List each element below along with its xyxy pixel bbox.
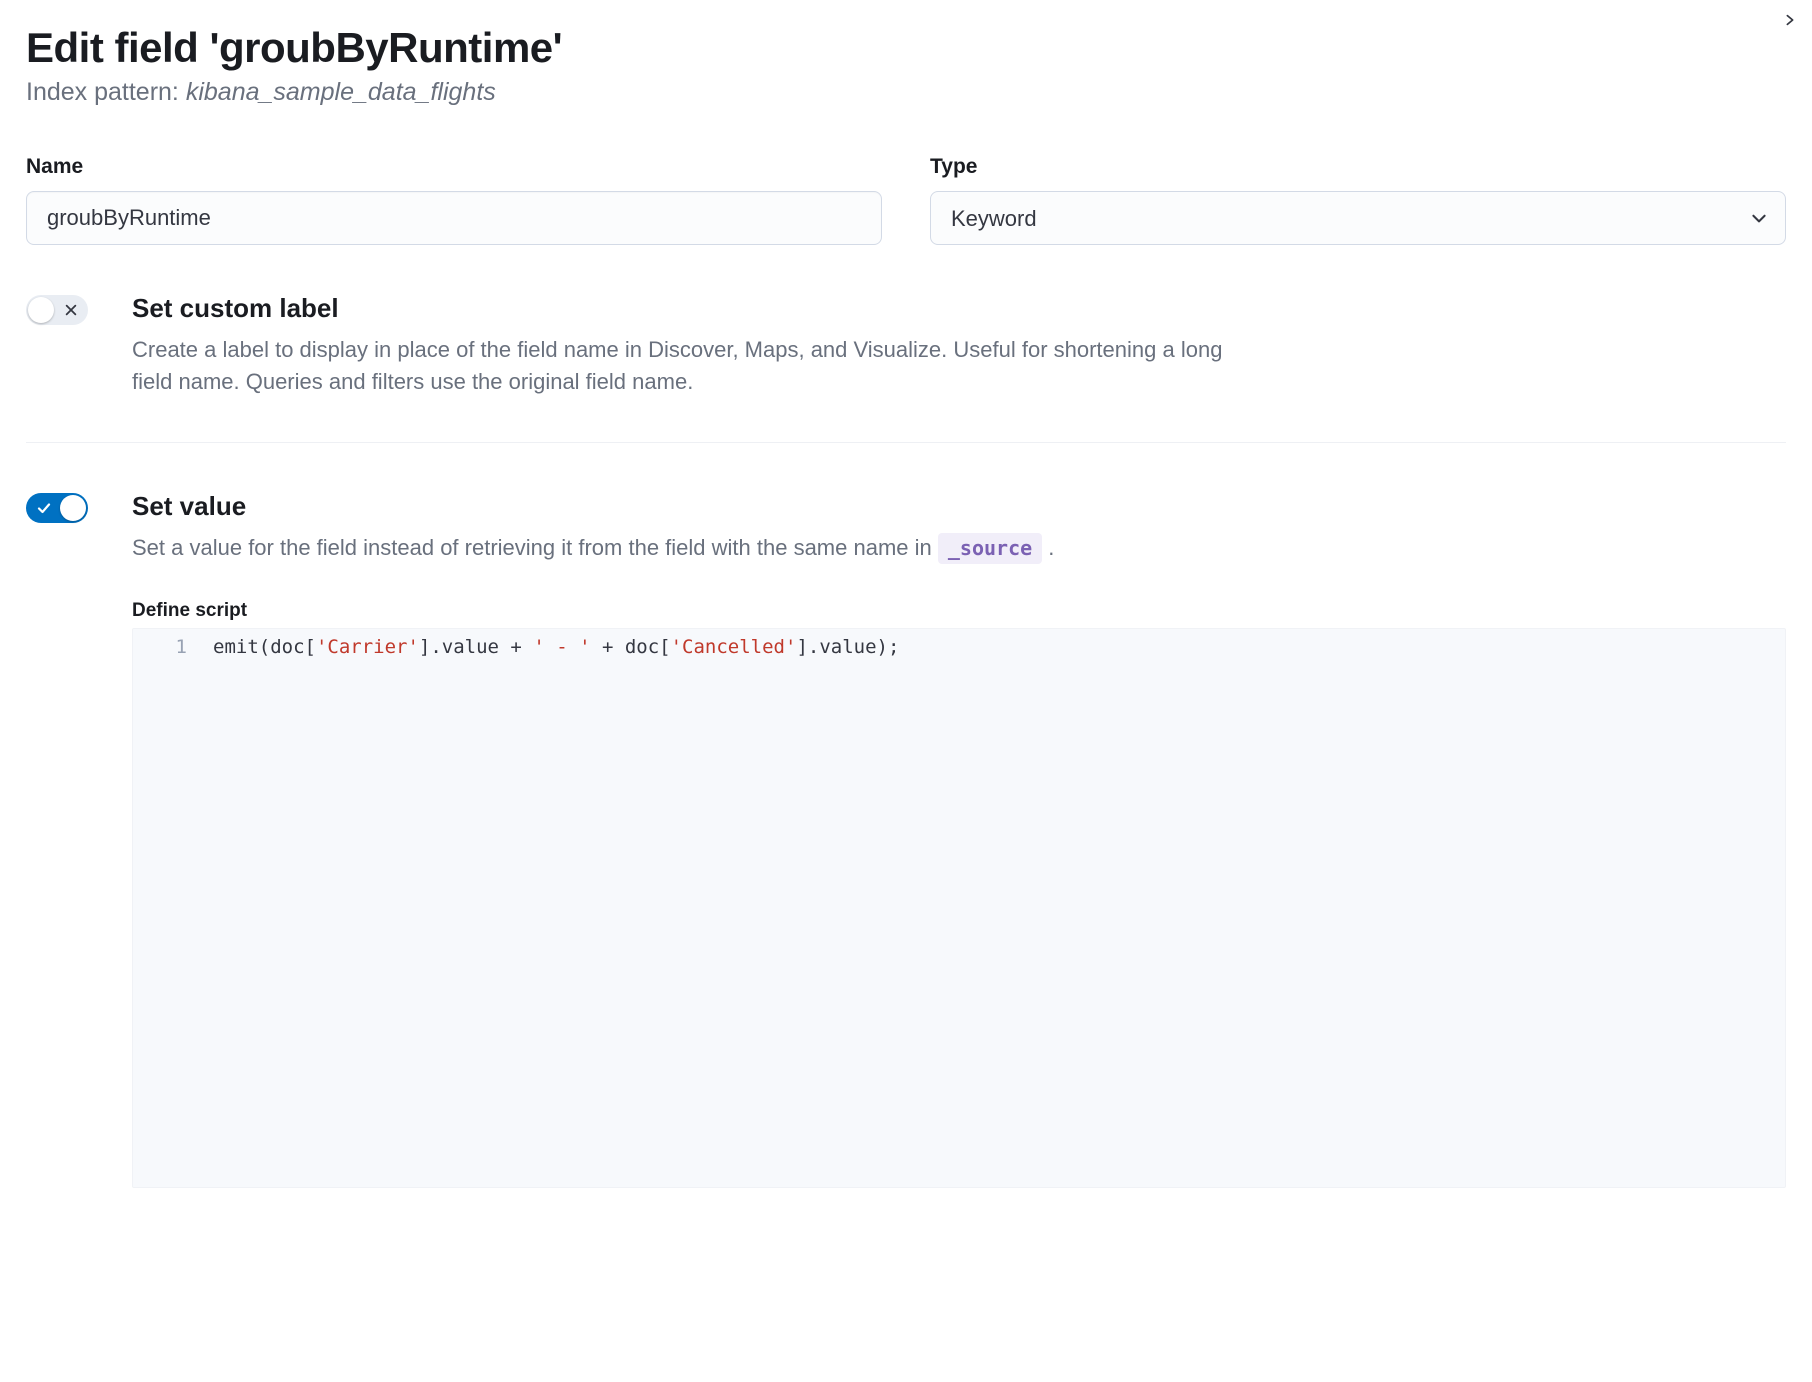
check-icon: [36, 500, 52, 516]
tok-str: ' - ': [533, 636, 590, 658]
section-set-value: Set value Set a value for the field inst…: [26, 443, 1786, 1188]
x-icon: [64, 303, 78, 317]
tok-pun: (doc[: [259, 636, 316, 658]
type-label: Type: [930, 155, 1786, 179]
tok-pun: + doc[: [591, 636, 671, 658]
type-select[interactable]: Keyword: [930, 191, 1786, 245]
line-number: 1: [133, 633, 187, 662]
page-subtitle: Index pattern: kibana_sample_data_flight…: [26, 78, 1786, 107]
flyout-close-chevron[interactable]: [1778, 8, 1802, 32]
set-value-toggle[interactable]: [26, 493, 88, 523]
set-value-desc-suffix: .: [1042, 535, 1054, 560]
form-row-name-type: Name Type Keyword: [26, 155, 1786, 245]
name-input[interactable]: [26, 191, 882, 245]
set-value-desc-prefix: Set a value for the field instead of ret…: [132, 535, 938, 560]
subtitle-prefix: Index pattern:: [26, 78, 186, 106]
source-code-badge: _source: [938, 533, 1042, 564]
define-script-label: Define script: [132, 600, 1786, 622]
custom-label-title: Set custom label: [132, 293, 1786, 324]
custom-label-description: Create a label to display in place of th…: [132, 334, 1252, 398]
set-value-title: Set value: [132, 491, 1786, 522]
tok-fn: emit: [213, 636, 259, 658]
editor-content[interactable]: emit(doc['Carrier'].value + ' - ' + doc[…: [201, 629, 1785, 1187]
toggle-knob: [60, 495, 86, 521]
toggle-knob: [28, 297, 54, 323]
set-value-description: Set a value for the field instead of ret…: [132, 532, 1252, 564]
section-custom-label: Set custom label Create a label to displ…: [26, 245, 1786, 398]
script-editor[interactable]: 1 emit(doc['Carrier'].value + ' - ' + do…: [132, 628, 1786, 1188]
index-pattern-name: kibana_sample_data_flights: [186, 78, 496, 106]
tok-pun: ].value +: [419, 636, 533, 658]
tok-str: 'Carrier': [316, 636, 419, 658]
editor-gutter: 1: [133, 629, 201, 1187]
name-label: Name: [26, 155, 882, 179]
tok-pun: ].value);: [796, 636, 899, 658]
tok-str: 'Cancelled': [671, 636, 797, 658]
custom-label-toggle[interactable]: [26, 295, 88, 325]
page-title: Edit field 'groubByRuntime': [26, 24, 1786, 72]
